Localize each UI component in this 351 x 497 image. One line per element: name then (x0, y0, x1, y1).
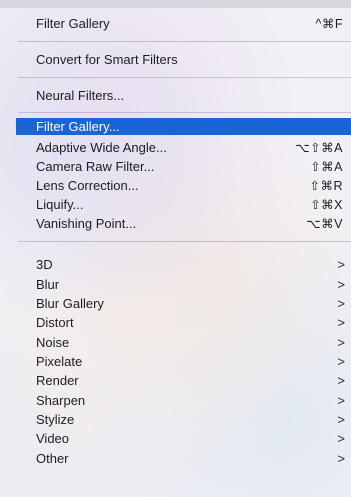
submenu-other[interactable]: Other > (0, 449, 351, 467)
menu-item-liquify[interactable]: Liquify... ⇧⌘X (0, 195, 351, 213)
menu-item-neural-filters[interactable]: Neural Filters... (0, 86, 351, 104)
menu-item-label: Video (36, 430, 70, 446)
menu-item-shortcut: ⌥⇧⌘A (295, 140, 343, 155)
filter-menu: Filter Gallery ^⌘F Convert for Smart Fil… (0, 8, 351, 497)
chevron-right-icon: > (337, 256, 345, 272)
menu-item-shortcut: ⇧⌘A (310, 159, 343, 174)
submenu-stylize[interactable]: Stylize > (0, 410, 351, 428)
menu-separator (18, 241, 351, 242)
menu-item-label: Liquify... (36, 196, 84, 212)
menu-item-label: Neural Filters... (36, 87, 125, 103)
chevron-right-icon: > (337, 276, 345, 292)
menu-item-label: Stylize (36, 411, 75, 427)
menu-item-label: Blur (36, 276, 60, 292)
menu-item-label: Adaptive Wide Angle... (36, 139, 167, 155)
menu-item-shortcut: ⌥⌘V (306, 216, 343, 231)
menu-item-convert-smart-filters[interactable]: Convert for Smart Filters (0, 50, 351, 68)
menu-item-label: Pixelate (36, 353, 83, 369)
menu-item-label: Camera Raw Filter... (36, 158, 155, 174)
submenu-pixelate[interactable]: Pixelate > (0, 352, 351, 370)
menu-item-last-filter[interactable]: Filter Gallery ^⌘F (0, 14, 351, 32)
chevron-right-icon: > (337, 314, 345, 330)
menu-item-camera-raw-filter[interactable]: Camera Raw Filter... ⇧⌘A (0, 157, 351, 175)
menu-item-label: Sharpen (36, 392, 86, 408)
chevron-right-icon: > (337, 372, 345, 388)
menu-item-vanishing-point[interactable]: Vanishing Point... ⌥⌘V (0, 214, 351, 232)
menu-separator (18, 41, 351, 42)
menu-item-shortcut: ⇧⌘R (309, 178, 343, 193)
submenu-blur-gallery[interactable]: Blur Gallery > (0, 294, 351, 312)
submenu-render[interactable]: Render > (0, 371, 351, 389)
submenu-3d[interactable]: 3D > (0, 255, 351, 273)
chevron-right-icon: > (337, 430, 345, 446)
menu-item-label: Render (36, 372, 79, 388)
chevron-right-icon: > (337, 334, 345, 350)
menu-item-label: Distort (36, 314, 74, 330)
menu-item-label: Noise (36, 334, 70, 350)
submenu-distort[interactable]: Distort > (0, 313, 351, 331)
menu-item-label: Vanishing Point... (36, 215, 137, 231)
menu-item-label: Filter Gallery (36, 15, 110, 31)
menu-separator (18, 77, 351, 78)
menu-item-label: Lens Correction... (36, 177, 139, 193)
menu-item-label: 3D (36, 256, 53, 272)
submenu-video[interactable]: Video > (0, 429, 351, 447)
menu-separator (18, 112, 351, 113)
menu-item-shortcut: ⇧⌘X (310, 197, 343, 212)
submenu-sharpen[interactable]: Sharpen > (0, 391, 351, 409)
menu-item-filter-gallery[interactable]: Filter Gallery... (16, 118, 351, 135)
menu-item-label: Convert for Smart Filters (36, 51, 178, 67)
chevron-right-icon: > (337, 295, 345, 311)
chevron-right-icon: > (337, 450, 345, 466)
menu-item-label: Blur Gallery (36, 295, 104, 311)
submenu-blur[interactable]: Blur > (0, 275, 351, 293)
menu-item-adaptive-wide-angle[interactable]: Adaptive Wide Angle... ⌥⇧⌘A (0, 138, 351, 156)
chevron-right-icon: > (337, 392, 345, 408)
menu-item-label: Other (36, 450, 69, 466)
menu-item-shortcut: ^⌘F (315, 16, 343, 31)
menu-item-lens-correction[interactable]: Lens Correction... ⇧⌘R (0, 176, 351, 194)
submenu-noise[interactable]: Noise > (0, 333, 351, 351)
chevron-right-icon: > (337, 411, 345, 427)
window-top-edge (0, 0, 351, 8)
menu-item-label: Filter Gallery... (36, 119, 120, 134)
chevron-right-icon: > (337, 353, 345, 369)
